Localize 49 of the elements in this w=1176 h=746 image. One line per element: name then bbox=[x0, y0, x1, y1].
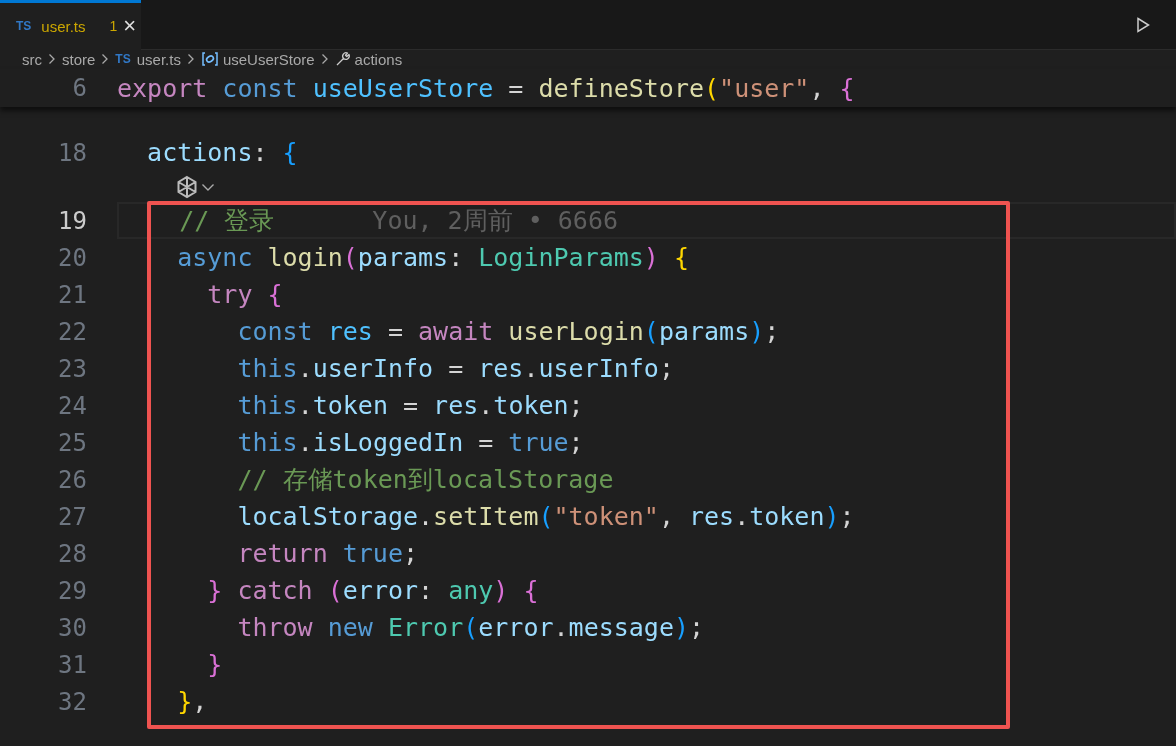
file-tab[interactable]: TS user.ts 1 × bbox=[0, 0, 141, 50]
chevron-right-icon bbox=[320, 53, 329, 65]
code-line: async login(params: LoginParams) { bbox=[176, 243, 689, 272]
code-line: }, bbox=[176, 687, 208, 716]
typescript-icon: TS bbox=[115, 52, 131, 66]
breadcrumb-item[interactable]: user.ts bbox=[136, 50, 181, 68]
code-line: export const useUserStore = defineStore("user", { bbox=[117, 73, 855, 103]
line-number: 22 bbox=[57, 317, 88, 346]
code-line: try { bbox=[206, 280, 283, 309]
line-number: 18 bbox=[57, 138, 88, 167]
breadcrumb-item[interactable]: src bbox=[22, 50, 42, 68]
code-line: throw new Error(error.message); bbox=[236, 613, 705, 642]
code-line: } bbox=[206, 650, 223, 679]
blame-annotation: You, 2周前 • 6666 bbox=[372, 205, 619, 237]
breadcrumb-item[interactable]: useUserStore bbox=[222, 50, 315, 68]
line-number: 25 bbox=[57, 428, 88, 457]
line-number: 23 bbox=[57, 354, 88, 383]
code-line: // 登录 bbox=[178, 205, 275, 237]
line-number: 26 bbox=[57, 465, 88, 494]
chevron-right-icon bbox=[48, 53, 56, 65]
run-icon[interactable] bbox=[1136, 16, 1150, 33]
chevron-down-icon[interactable] bbox=[201, 181, 215, 192]
line-number: 31 bbox=[57, 650, 88, 679]
line-number: 30 bbox=[57, 613, 88, 642]
line-number: 32 bbox=[57, 687, 88, 716]
line-number: 27 bbox=[57, 502, 88, 531]
breadcrumb-item[interactable]: store bbox=[62, 50, 96, 68]
line-number: 24 bbox=[57, 391, 88, 420]
code-line: this.isLoggedIn = true; bbox=[236, 428, 584, 457]
code-line: this.userInfo = res.userInfo; bbox=[236, 354, 674, 383]
code-line: } catch (error: any) { bbox=[206, 576, 539, 605]
code-line: const res = await userLogin(params); bbox=[236, 317, 780, 346]
line-number: 28 bbox=[57, 539, 88, 568]
chevron-right-icon bbox=[186, 53, 195, 65]
chevron-right-icon bbox=[101, 53, 110, 65]
line-number: 29 bbox=[57, 576, 88, 605]
code-line: return true; bbox=[236, 539, 419, 568]
line-number: 20 bbox=[57, 243, 88, 272]
code-line: actions: { bbox=[146, 138, 298, 167]
line-number: 21 bbox=[57, 280, 88, 309]
line-number: 19 bbox=[57, 206, 88, 235]
code-line: // 存储token到localStorage bbox=[236, 464, 614, 496]
code-line: this.token = res.token; bbox=[236, 391, 584, 420]
breadcrumb-item[interactable]: actions bbox=[354, 50, 403, 68]
hexagon-knot-icon[interactable] bbox=[175, 174, 199, 199]
variable-icon bbox=[200, 52, 219, 66]
wrench-icon bbox=[334, 51, 351, 67]
line-number: 6 bbox=[71, 74, 88, 102]
code-line: localStorage.setItem("token", res.token); bbox=[236, 502, 855, 531]
